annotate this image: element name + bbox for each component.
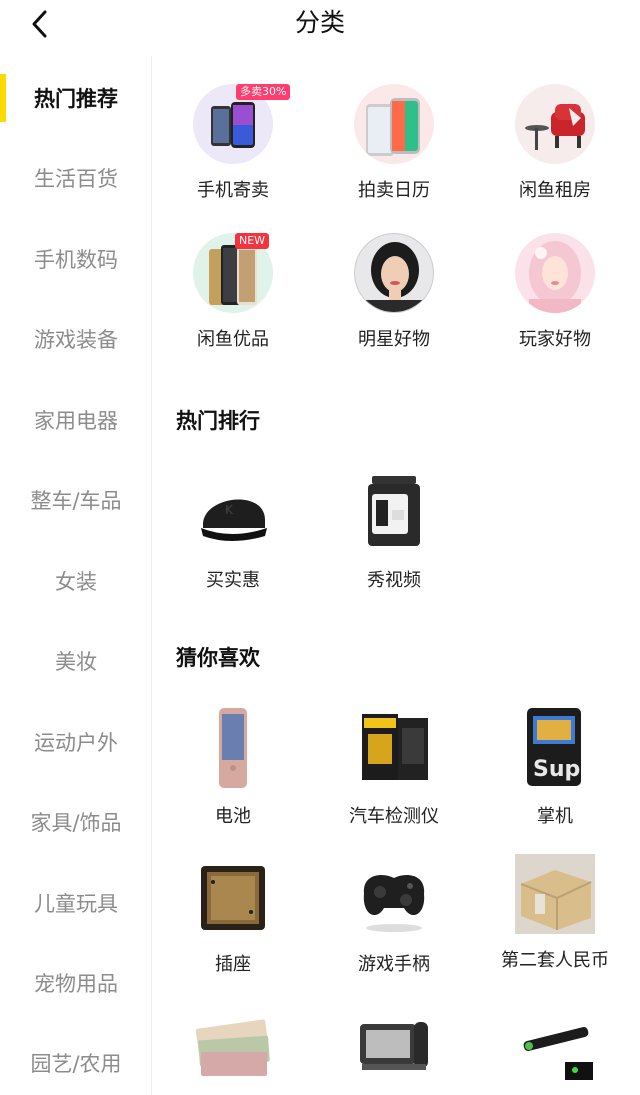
guess-label: 插座 — [215, 954, 251, 975]
guess-item[interactable]: 电池 — [153, 706, 313, 828]
featured-rental[interactable]: 闲鱼租房 — [475, 84, 635, 202]
auction-calendar-image — [354, 84, 434, 164]
sidebar-item-label: 园艺/农用 — [30, 1052, 122, 1076]
guess-title: 猜你喜欢 — [176, 646, 260, 670]
handheld-console-image: Sup — [513, 706, 597, 790]
featured-youpin[interactable]: NEW 闲鱼优品 — [153, 233, 313, 351]
guess-item[interactable]: 第二套人民币 — [475, 854, 635, 972]
svg-text:Sup: Sup — [533, 757, 580, 782]
sidebar-item-outdoor[interactable]: 运动户外 — [0, 702, 152, 782]
page-title: 分类 — [294, 8, 345, 37]
category-sidebar: 热门推荐 生活百货 手机数码 游戏装备 家用电器 整车/车品 女装 美妆 运动户… — [0, 56, 152, 1095]
hot-rank-label: 秀视频 — [367, 570, 421, 591]
car-diagnostic-image — [352, 706, 436, 790]
hot-rank-item[interactable]: 秀视频 — [314, 470, 474, 592]
featured-celebrity-picks[interactable]: 明星好物 — [314, 233, 474, 351]
sidebar-item-label: 女装 — [55, 570, 97, 594]
sidebar-item-label: 宠物用品 — [34, 972, 118, 996]
featured-label: 闲鱼租房 — [519, 180, 591, 201]
printer-image — [352, 1004, 436, 1088]
featured-label: 手机寄卖 — [197, 180, 269, 201]
sidebar-item-digital[interactable]: 手机数码 — [0, 219, 152, 299]
sidebar-item-label: 运动户外 — [34, 731, 118, 755]
sidebar-item-games[interactable]: 游戏装备 — [0, 299, 152, 379]
new-badge: NEW — [235, 233, 270, 249]
guess-item[interactable] — [314, 1004, 474, 1088]
sidebar-item-label: 儿童玩具 — [34, 892, 118, 916]
hot-rank-item[interactable]: K 买实惠 — [153, 470, 313, 592]
featured-auction-calendar[interactable]: 拍卖日历 — [314, 84, 474, 202]
featured-label: 玩家好物 — [519, 329, 591, 350]
cap-image: K — [191, 470, 275, 554]
banknotes-image — [191, 1004, 275, 1088]
banknote-box-image — [515, 854, 595, 934]
sidebar-item-vehicles[interactable]: 整车/车品 — [0, 460, 152, 540]
socket-image — [191, 854, 275, 938]
sidebar-item-label: 游戏装备 — [34, 328, 118, 352]
rental-image — [515, 84, 595, 164]
sidebar-item-furniture[interactable]: 家具/饰品 — [0, 782, 152, 862]
sidebar-item-daily-goods[interactable]: 生活百货 — [0, 138, 152, 218]
sidebar-item-garden[interactable]: 园艺/农用 — [0, 1023, 152, 1095]
featured-player-picks[interactable]: 玩家好物 — [475, 233, 635, 351]
gamepad-image — [352, 854, 436, 938]
guess-item[interactable]: Sup 掌机 — [475, 706, 635, 828]
battery-case-image — [191, 706, 275, 790]
sidebar-item-pets[interactable]: 宠物用品 — [0, 943, 152, 1023]
sidebar-item-appliances[interactable]: 家用电器 — [0, 380, 152, 460]
laser-pointer-image — [513, 1004, 597, 1088]
sidebar-item-toys[interactable]: 儿童玩具 — [0, 863, 152, 943]
featured-label: 闲鱼优品 — [197, 329, 269, 350]
guess-label: 汽车检测仪 — [349, 806, 439, 827]
sidebar-item-label: 家用电器 — [34, 409, 118, 433]
sidebar-item-label: 家具/饰品 — [30, 811, 122, 835]
sidebar-item-label: 热门推荐 — [34, 87, 118, 111]
sell-more-badge: 多卖30% — [236, 84, 291, 100]
sidebar-item-makeup[interactable]: 美妆 — [0, 621, 152, 701]
laser-level-image — [352, 470, 436, 554]
guess-item[interactable]: 插座 — [153, 854, 313, 976]
featured-phone-consign[interactable]: 多卖30% 手机寄卖 — [153, 84, 313, 202]
hot-rank-title: 热门排行 — [176, 409, 260, 433]
svg-text:K: K — [225, 503, 234, 517]
sidebar-item-label: 生活百货 — [34, 167, 118, 191]
guess-label: 第二套人民币 — [501, 950, 609, 971]
guess-label: 掌机 — [537, 806, 573, 827]
hot-rank-label: 买实惠 — [206, 570, 260, 591]
sidebar-item-label: 美妆 — [55, 650, 97, 674]
sidebar-item-label: 整车/车品 — [30, 489, 122, 513]
guess-item[interactable] — [153, 1004, 313, 1088]
sidebar-item-label: 手机数码 — [34, 248, 118, 272]
sidebar-item-womenswear[interactable]: 女装 — [0, 541, 152, 621]
guess-item[interactable]: 汽车检测仪 — [314, 706, 474, 828]
featured-label: 拍卖日历 — [358, 180, 430, 201]
active-indicator — [0, 74, 6, 122]
sidebar-item-hot[interactable]: 热门推荐 — [0, 58, 152, 138]
guess-label: 游戏手柄 — [358, 954, 430, 975]
guess-label: 电池 — [215, 806, 251, 827]
guess-item[interactable]: 游戏手柄 — [314, 854, 474, 976]
featured-label: 明星好物 — [358, 329, 430, 350]
guess-item[interactable] — [475, 1004, 635, 1088]
player-avatar — [515, 233, 595, 313]
top-bar: 分类 — [0, 0, 640, 50]
celebrity-avatar — [354, 233, 434, 313]
category-content: 多卖30% 手机寄卖 拍卖日历 闲鱼租房 NEW 闲鱼优品 明星好物 玩家好物 … — [152, 56, 640, 1095]
